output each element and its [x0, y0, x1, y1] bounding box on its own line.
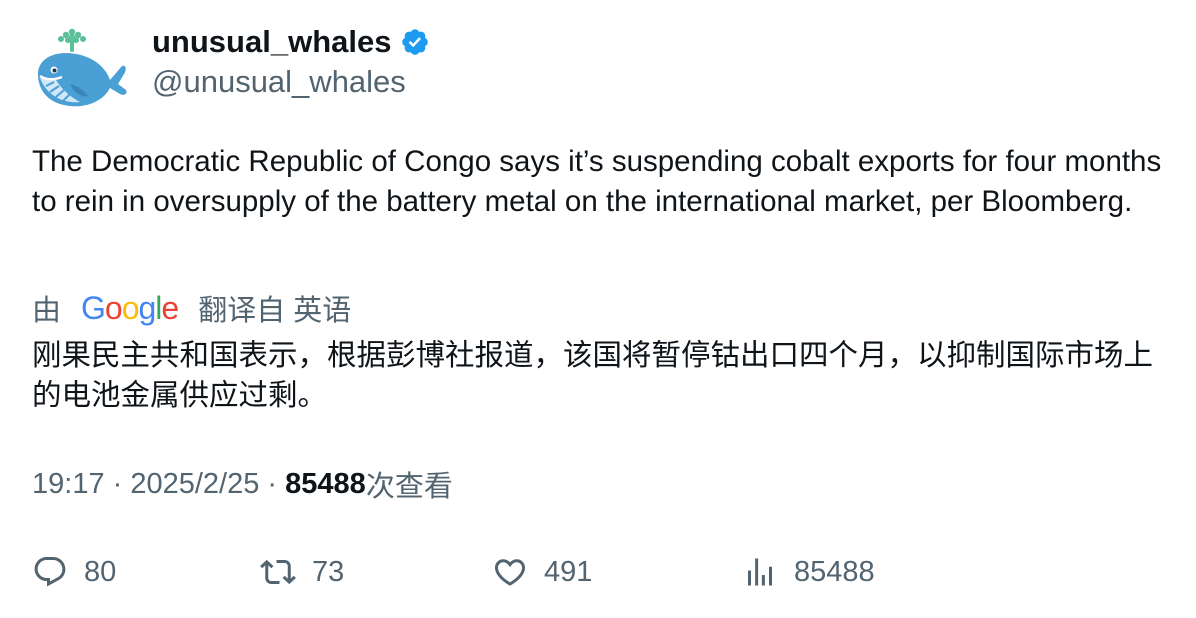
- retweet-count: 73: [312, 555, 345, 588]
- tweet-text: The Democratic Republic of Congo says it…: [32, 145, 1162, 218]
- translation-prefix: 由: [32, 295, 62, 327]
- meta-separator: ·: [104, 467, 131, 500]
- analytics-bar-icon: [742, 554, 778, 590]
- heart-icon: [492, 554, 528, 590]
- action-bar: 80 73 491 85488: [32, 550, 1162, 594]
- meta-separator: ·: [259, 467, 286, 500]
- author-display-name[interactable]: unusual_whales: [152, 22, 391, 62]
- translated-text: 刚果民主共和国表示，根据彭博社报道，该国将暂停钴出口四个月，以抑制国际市场上的电…: [32, 339, 1154, 412]
- retweet-icon: [260, 554, 296, 590]
- views-action-count: 85488: [794, 555, 875, 588]
- retweet-button[interactable]: 73: [260, 550, 344, 594]
- reply-icon: [32, 554, 68, 590]
- reply-count: 80: [84, 555, 117, 588]
- avatar[interactable]: [32, 24, 128, 112]
- tweet-date[interactable]: 2025/2/25: [130, 468, 259, 501]
- google-logo: Google: [81, 290, 179, 326]
- reply-button[interactable]: 80: [32, 550, 116, 594]
- like-button[interactable]: 491: [492, 550, 592, 594]
- translation-attribution: 由 Google 翻译自 英语: [32, 286, 351, 330]
- translation-suffix: 翻译自 英语: [198, 295, 352, 327]
- author-handle[interactable]: @unusual_whales: [152, 62, 406, 102]
- like-count: 491: [544, 555, 593, 588]
- tweet-meta: 19:17 · 2025/2/25 · 85488 次查看: [32, 464, 453, 504]
- whale-avatar-icon: [38, 28, 127, 107]
- verified-badge-icon[interactable]: [400, 27, 430, 57]
- views-count: 85488: [285, 467, 366, 500]
- author-name-row: unusual_whales: [152, 22, 430, 62]
- views-label: 次查看: [365, 471, 453, 503]
- views-button[interactable]: 85488: [742, 550, 875, 594]
- tweet-card: unusual_whales @unusual_whales The Democ…: [0, 0, 1196, 618]
- tweet-time[interactable]: 19:17: [32, 468, 105, 501]
